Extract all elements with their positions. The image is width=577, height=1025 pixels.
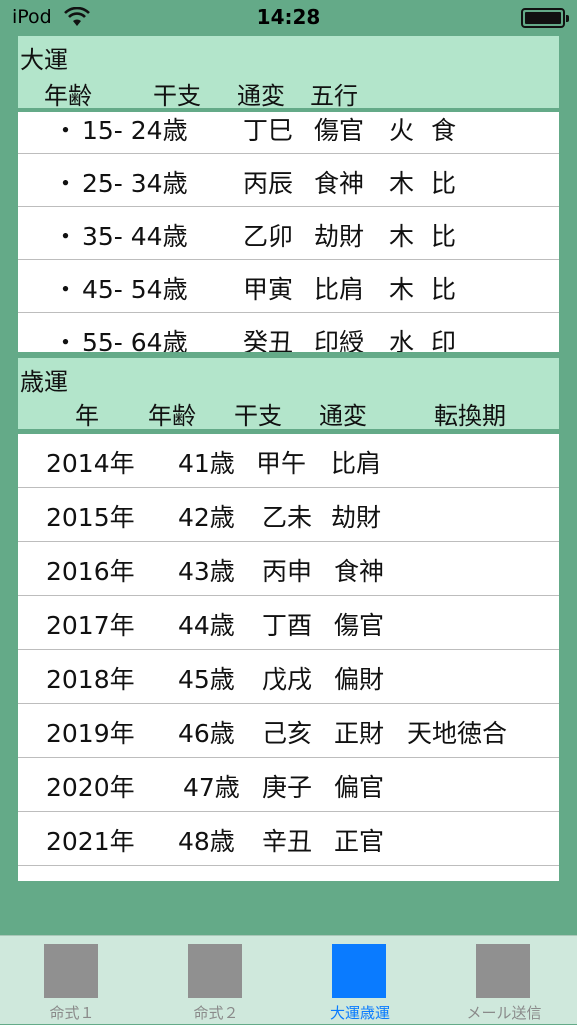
battery-icon bbox=[521, 8, 569, 28]
saiun-row[interactable]: 2021年 48歳 辛丑 正官 bbox=[18, 812, 559, 866]
taiun-title: 大運 bbox=[20, 46, 68, 74]
meishiki-1-icon bbox=[44, 944, 98, 998]
taiun-row[interactable]: ・ 15- 24歳 丁巳 傷官 火 食 bbox=[18, 112, 559, 154]
taiun-col-tsuhen: 通変 bbox=[237, 82, 285, 110]
saiun-header: 歳運 年 年齢 干支 通変 転換期 bbox=[18, 358, 559, 430]
mail-send-icon bbox=[476, 944, 530, 998]
taiun-header: 大運 年齢 干支 通変 五行 bbox=[18, 36, 559, 110]
tab-meishiki-1[interactable]: 命式１ bbox=[0, 936, 144, 1025]
saiun-row[interactable]: 2020年 47歳 庚子 偏官 bbox=[18, 758, 559, 812]
taiun-row[interactable]: ・ 35- 44歳 乙卯 劫財 木 比 bbox=[18, 207, 559, 260]
saiun-row[interactable]: 2018年 45歳 戊戌 偏財 bbox=[18, 650, 559, 704]
clock: 14:28 bbox=[256, 5, 321, 29]
taiun-row[interactable]: ・ 25- 34歳 丙辰 食神 木 比 bbox=[18, 154, 559, 207]
saiun-row[interactable]: 2016年 43歳 丙申 食神 bbox=[18, 542, 559, 596]
saiun-col-year: 年 bbox=[75, 402, 99, 430]
tab-meishiki-2[interactable]: 命式２ bbox=[144, 936, 288, 1025]
taiun-list[interactable]: ・ 15- 24歳 丁巳 傷官 火 食 ・ 25- 34歳 丙辰 食神 木 比 … bbox=[18, 112, 559, 352]
saiun-row[interactable]: 2019年 46歳 己亥 正財 天地徳合 bbox=[18, 704, 559, 758]
saiun-list[interactable]: 2014年 41歳 甲午 比肩 2015年 42歳 乙未 劫財 2016年 43… bbox=[18, 434, 559, 881]
saiun-col-tsuhen: 通変 bbox=[319, 402, 367, 430]
status-bar: iPod 14:28 bbox=[0, 0, 577, 36]
tab-bar: 命式１ 命式２ 大運歳運 メール送信 bbox=[0, 935, 577, 1024]
saiun-row[interactable]: 2014年 41歳 甲午 比肩 bbox=[18, 434, 559, 488]
taiun-col-kanshi: 干支 bbox=[153, 82, 201, 110]
tab-taiun-saiun[interactable]: 大運歳運 bbox=[288, 936, 432, 1025]
taiun-col-age: 年齢 bbox=[44, 82, 92, 110]
tab-mail-send[interactable]: メール送信 bbox=[432, 936, 576, 1025]
taiun-row[interactable]: ・ 45- 54歳 甲寅 比肩 木 比 bbox=[18, 260, 559, 313]
saiun-col-kanshi: 干支 bbox=[234, 402, 282, 430]
saiun-col-tenkan: 転換期 bbox=[434, 402, 506, 430]
saiun-col-age: 年齢 bbox=[148, 402, 196, 430]
saiun-row[interactable]: 2015年 42歳 乙未 劫財 bbox=[18, 488, 559, 542]
taiun-col-gogyo: 五行 bbox=[310, 82, 358, 110]
saiun-title: 歳運 bbox=[20, 368, 68, 396]
taiun-row[interactable]: ・ 55- 64歳 癸丑 印綬 水 印 bbox=[18, 313, 559, 352]
taiun-saiun-icon bbox=[332, 944, 386, 998]
saiun-row[interactable]: 2017年 44歳 丁酉 傷官 bbox=[18, 596, 559, 650]
meishiki-2-icon bbox=[188, 944, 242, 998]
